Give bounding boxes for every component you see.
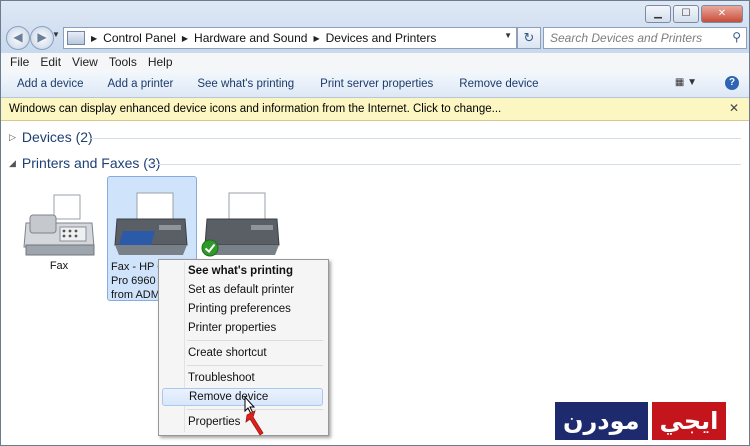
device-label: Fax [49,260,69,272]
breadcrumb-separator-icon[interactable]: ▶ [91,34,97,43]
title-bar: ▁ ☐ ✕ ◀ ▶ ▼ ▶ Control Panel ▶ Hardware a… [1,1,749,53]
group-devices-label[interactable]: Devices (2) [22,129,93,145]
forward-button[interactable]: ▶ [30,26,54,50]
group-divider [91,138,741,139]
search-box[interactable]: ⚲ [543,27,747,49]
menu-help[interactable]: Help [148,55,173,69]
close-info-bar-icon[interactable]: ✕ [729,101,739,115]
refresh-icon: ↻ [523,30,535,45]
print-server-properties-button[interactable]: Print server properties [320,78,433,90]
expand-icon[interactable]: ▷ [9,132,16,143]
control-panel-icon [67,31,85,45]
close-button[interactable]: ✕ [701,5,743,23]
remove-device-button[interactable]: Remove device [459,78,538,90]
group-divider [147,164,741,165]
menu-view[interactable]: View [72,55,98,69]
pointer-arrow-icon [244,395,264,436]
recent-pages-dropdown-icon[interactable]: ▼ [52,30,60,39]
breadcrumb-separator-icon[interactable]: ▶ [182,34,188,43]
menu-tools[interactable]: Tools [109,55,137,69]
menu-separator [187,365,323,366]
address-dropdown-icon[interactable]: ▼ [504,31,512,40]
menu-edit[interactable]: Edit [40,55,61,69]
watermark-logo: مودرن ايجي [555,402,727,442]
menu-item-printing-preferences[interactable]: Printing preferences [162,300,323,318]
device-fax[interactable]: Fax [15,189,103,279]
menu-item-troubleshoot[interactable]: Troubleshoot [162,369,323,387]
menu-item-create-shortcut[interactable]: Create shortcut [162,344,323,362]
menu-separator [187,340,323,341]
watermark-text-left: ايجي [651,402,727,440]
devices-printers-window: ▁ ☐ ✕ ◀ ▶ ▼ ▶ Control Panel ▶ Hardware a… [0,0,750,446]
refresh-button[interactable]: ↻ [517,27,541,49]
menu-bar: File Edit View Tools Help [1,53,749,71]
info-bar-text[interactable]: Windows can display enhanced device icon… [9,103,501,115]
breadcrumb-control-panel[interactable]: Control Panel [103,31,176,45]
device-default-printer[interactable] [199,189,285,259]
menu-item-printer-properties[interactable]: Printer properties [162,319,323,337]
address-bar[interactable]: ▶ Control Panel ▶ Hardware and Sound ▶ D… [63,27,517,49]
breadcrumb: ▶ Control Panel ▶ Hardware and Sound ▶ D… [85,31,436,45]
window-controls: ▁ ☐ ✕ [645,5,743,23]
collapse-icon[interactable]: ◢ [9,158,16,169]
see-whats-printing-button[interactable]: See what's printing [197,78,294,90]
group-devices[interactable]: ▷ Devices (2) [9,129,93,145]
menu-file[interactable]: File [10,55,29,69]
change-view-icon[interactable]: ▦ ▼ [675,77,697,88]
breadcrumb-devices-and-printers[interactable]: Devices and Printers [326,31,437,45]
fax-icon [23,194,95,256]
breadcrumb-hardware-and-sound[interactable]: Hardware and Sound [194,31,307,45]
printer-icon [114,192,188,255]
add-device-button[interactable]: Add a device [17,78,84,90]
default-checkmark-icon [201,239,219,257]
breadcrumb-separator-icon[interactable]: ▶ [313,34,319,43]
search-input[interactable] [548,28,727,48]
menu-item-see-whats-printing[interactable]: See what's printing [162,262,323,280]
minimize-button[interactable]: ▁ [645,5,671,23]
group-printers[interactable]: ◢ Printers and Faxes (3) [9,155,160,171]
add-printer-button[interactable]: Add a printer [108,78,174,90]
maximize-button[interactable]: ☐ [673,5,699,23]
group-printers-label[interactable]: Printers and Faxes (3) [22,155,161,171]
watermark-text-right: مودرن [555,402,648,440]
menu-item-set-default[interactable]: Set as default printer [162,281,323,299]
help-icon[interactable]: ? [725,76,739,90]
back-button[interactable]: ◀ [6,26,30,50]
info-bar[interactable]: Windows can display enhanced device icon… [1,98,749,121]
command-bar: Add a device Add a printer See what's pr… [1,71,749,98]
search-icon[interactable]: ⚲ [732,30,741,44]
